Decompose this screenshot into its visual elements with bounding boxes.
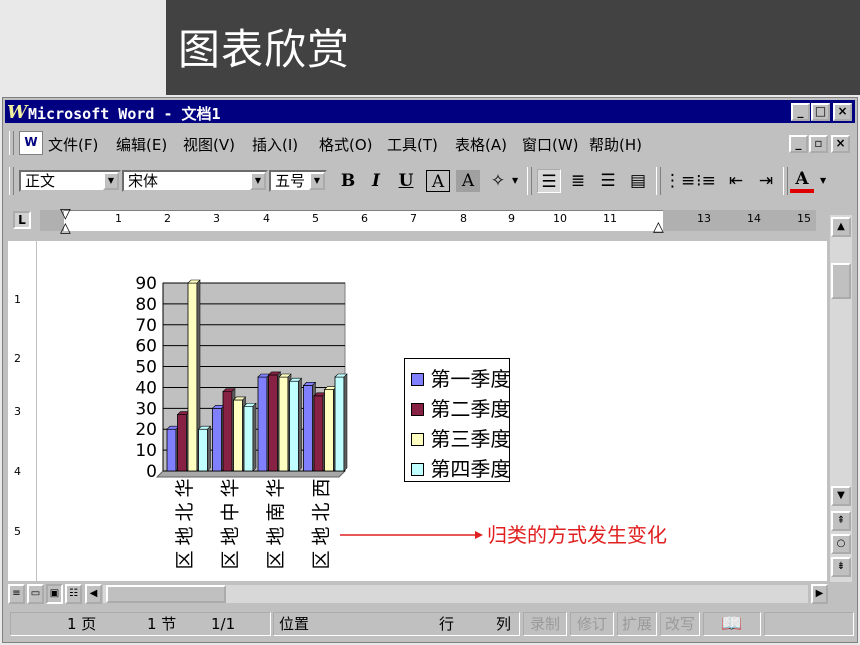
legend-item: 第一季度 — [411, 363, 510, 392]
bar[interactable] — [278, 376, 289, 472]
page-view-icon[interactable]: ▣ — [46, 584, 63, 604]
status-pages: 1/1 — [211, 615, 236, 633]
bar[interactable] — [233, 399, 243, 472]
x-tick-label-char: 华 — [265, 478, 287, 497]
bar[interactable] — [268, 374, 278, 472]
legend-item: 第三季度 — [411, 423, 510, 452]
select-browse-object-button[interactable]: ○ — [831, 534, 851, 554]
previous-page-button[interactable]: ⇞ — [831, 511, 851, 531]
x-tick-label-char: 北 — [311, 502, 333, 521]
status-position-info: 位置 行 列 — [273, 612, 520, 636]
x-tick-label-char: 中 — [220, 502, 242, 521]
bar[interactable] — [187, 282, 198, 472]
next-page-button[interactable]: ⇟ — [831, 557, 851, 577]
legend-swatch-3 — [411, 433, 424, 446]
outline-view-icon[interactable]: ☷ — [65, 584, 82, 604]
x-tick-label-char: 区 — [174, 550, 196, 569]
status-section: 1 节 — [147, 615, 177, 633]
y-tick-label: 50 — [135, 358, 157, 378]
annotation-text: 归类的方式发生变化 — [487, 523, 667, 547]
status-extend[interactable]: 扩展 — [617, 612, 657, 636]
x-tick-label-char: 地 — [265, 526, 287, 545]
legend-item: 第四季度 — [411, 453, 510, 482]
bar[interactable] — [198, 428, 208, 472]
legend-label: 第二季度 — [430, 397, 511, 421]
x-tick-label-char: 西 — [311, 478, 333, 497]
status-track-changes[interactable]: 修订 — [570, 612, 614, 636]
chart-legend: 第一季度 第二季度 第三季度 第四季度 — [404, 358, 510, 482]
annotation-arrow-head — [475, 531, 483, 539]
x-tick-label-char: 地 — [220, 526, 242, 545]
spelling-status-icon[interactable]: 📖 — [703, 612, 761, 636]
scroll-left-button[interactable]: ◀ — [85, 584, 102, 604]
scroll-right-button[interactable]: ▶ — [811, 584, 828, 604]
x-tick-label-char: 地 — [311, 526, 333, 545]
x-tick-label-char: 区 — [311, 550, 333, 569]
status-column: 列 — [496, 615, 512, 633]
legend-swatch-2 — [411, 403, 424, 416]
legend-label: 第三季度 — [430, 427, 511, 451]
bar[interactable] — [303, 384, 313, 472]
normal-view-icon[interactable]: ≡ — [8, 584, 25, 604]
legend-item: 第二季度 — [411, 393, 510, 422]
x-tick-label-char: 南 — [265, 502, 287, 521]
y-tick-label: 10 — [135, 441, 157, 461]
x-tick-label-char: 华 — [174, 478, 196, 497]
plot-floor — [155, 470, 347, 478]
x-tick-label-char: 区 — [265, 550, 287, 569]
bar[interactable] — [289, 380, 299, 472]
horizontal-scroll-thumb[interactable] — [106, 585, 226, 603]
bar[interactable] — [212, 407, 222, 472]
status-page: 1 页 — [67, 615, 97, 633]
x-tick-label-char: 地 — [174, 526, 196, 545]
y-tick-label: 20 — [135, 420, 157, 440]
y-tick-label: 60 — [135, 337, 157, 357]
status-spare-field — [764, 612, 854, 636]
legend-swatch-4 — [411, 463, 424, 476]
status-page-info: 1 页 1 节 1/1 — [10, 612, 271, 636]
bar[interactable] — [166, 428, 177, 472]
legend-label: 第四季度 — [430, 457, 511, 481]
x-tick-label-char: 华 — [220, 478, 242, 497]
bar[interactable] — [177, 414, 187, 472]
status-overtype[interactable]: 改写 — [660, 612, 700, 636]
bar-side — [207, 425, 211, 472]
bar-side — [343, 373, 348, 472]
status-record[interactable]: 录制 — [523, 612, 567, 636]
y-tick-label: 90 — [135, 274, 157, 294]
y-tick-label: 0 — [146, 462, 157, 482]
scroll-down-button[interactable]: ▼ — [831, 486, 851, 506]
status-line: 行 — [439, 615, 455, 633]
scroll-up-button[interactable]: ▲ — [831, 217, 851, 237]
column-chart[interactable]: 0102030405060708090华北地区华中地区华南地区西北地区 — [0, 0, 860, 645]
bar[interactable] — [324, 389, 334, 472]
status-position: 位置 — [279, 615, 310, 633]
scroll-thumb[interactable] — [831, 263, 851, 299]
y-tick-label: 80 — [135, 295, 157, 315]
legend-label: 第一季度 — [430, 367, 511, 391]
bar[interactable] — [334, 376, 345, 472]
x-tick-label-char: 区 — [220, 550, 242, 569]
y-tick-label: 70 — [135, 316, 157, 336]
y-tick-label: 30 — [135, 399, 157, 419]
bar-side — [298, 377, 302, 472]
bar[interactable] — [222, 391, 233, 472]
bar-side — [252, 402, 257, 472]
web-view-icon[interactable]: ▭ — [27, 584, 44, 604]
legend-swatch-1 — [411, 373, 424, 386]
x-tick-label-char: 北 — [174, 502, 196, 521]
bar[interactable] — [313, 395, 324, 472]
bar[interactable] — [243, 405, 254, 472]
bar[interactable] — [257, 376, 268, 472]
y-tick-label: 40 — [135, 378, 157, 398]
